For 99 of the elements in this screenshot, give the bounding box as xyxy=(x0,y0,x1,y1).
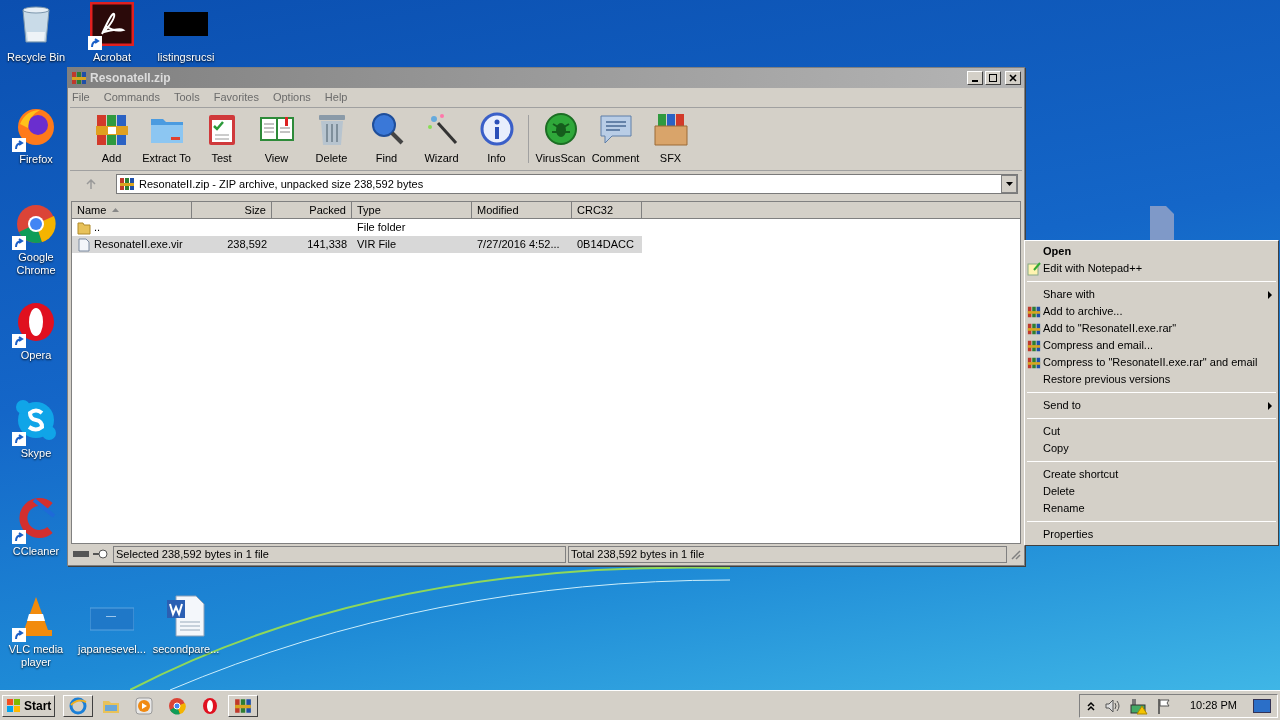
toolbar-button[interactable]: Delete xyxy=(304,111,359,167)
clock[interactable]: 10:28 PM xyxy=(1189,697,1237,714)
table-cell-text: 0B14DACC xyxy=(577,237,634,253)
up-arrow-icon xyxy=(85,178,97,190)
menu-item[interactable]: Add to archive... xyxy=(1025,303,1278,320)
opera-icon xyxy=(201,696,220,715)
network-warning-icon[interactable] xyxy=(1129,696,1148,715)
desktop-icon-label[interactable]: Opera xyxy=(20,349,52,362)
menu-item[interactable]: Favorites xyxy=(213,89,259,106)
menu-item[interactable]: Rename xyxy=(1025,500,1278,517)
winrar-icon xyxy=(1027,304,1041,319)
toolbar-button[interactable]: Wizard xyxy=(414,111,469,167)
menu-item[interactable]: Restore previous versions xyxy=(1025,371,1278,388)
column-header[interactable]: Type xyxy=(352,202,472,219)
show-desktop-icon[interactable] xyxy=(1253,698,1271,713)
table-cell-text: 7/27/2016 4:52... xyxy=(477,237,560,253)
resize-grip-icon[interactable] xyxy=(1009,548,1021,560)
desktop-icon-label[interactable]: Acrobat xyxy=(93,51,131,64)
info-icon xyxy=(478,111,515,148)
menu-item[interactable]: Delete xyxy=(1025,483,1278,500)
winrar-icon xyxy=(1027,355,1041,370)
file-icon xyxy=(77,237,91,252)
box-icon xyxy=(652,111,689,148)
chrome-icon xyxy=(168,696,187,715)
toolbar-button[interactable]: SFX xyxy=(643,111,698,167)
status-text: Selected 238,592 bytes in 1 file xyxy=(116,546,269,562)
desktop-icon-label[interactable]: japanesevel... xyxy=(78,643,146,656)
table-cell-text: ResonateII.exe.vir xyxy=(94,237,183,253)
menu-item[interactable]: Compress to "ResonateII.exe.rar" and email xyxy=(1025,354,1278,371)
globe-icon xyxy=(69,696,88,715)
taskbar-button[interactable] xyxy=(228,694,259,717)
menu-item[interactable]: Compress and email... xyxy=(1025,337,1278,354)
menu-item[interactable]: Options xyxy=(272,89,311,106)
folder-icon xyxy=(77,220,91,235)
table-cell-text: File folder xyxy=(357,220,406,236)
menu-item[interactable]: Create shortcut xyxy=(1025,466,1278,483)
toolbar-button[interactable]: Comment xyxy=(588,111,643,167)
toolbar-button[interactable]: Add xyxy=(84,111,139,167)
toolbar-button[interactable]: Find xyxy=(359,111,414,167)
drive-icon xyxy=(71,548,111,560)
chevron-icon[interactable] xyxy=(1085,699,1096,712)
desktop-icon-label[interactable]: secondpare... xyxy=(152,643,220,656)
menu-item[interactable]: Properties xyxy=(1025,526,1278,543)
menu-item[interactable]: Copy xyxy=(1025,440,1278,457)
window-title: ResonateII.zip xyxy=(90,70,171,87)
toolbar-button[interactable]: View xyxy=(249,111,304,167)
desktop-icon-label[interactable]: VLC media player xyxy=(3,643,69,669)
winrar-icon xyxy=(71,70,87,86)
table-cell-text: 141,338 xyxy=(307,237,347,253)
menu-item[interactable]: Commands xyxy=(103,89,160,106)
winrar-icon xyxy=(234,696,253,715)
close-button[interactable] xyxy=(1005,71,1021,85)
toolbar-button[interactable]: Extract To xyxy=(139,111,194,167)
column-header[interactable]: Size xyxy=(192,202,272,219)
table-cell-text: 238,592 xyxy=(227,237,267,253)
toolbar-button[interactable]: Test xyxy=(194,111,249,167)
winrar-icon xyxy=(1027,321,1041,336)
file-row[interactable]: ResonateII.exe.vir 238,592 141,338 VIR File 7/27/2016 4:52... 0B14DACC xyxy=(72,236,642,253)
caret-icon xyxy=(1005,182,1013,186)
address-field[interactable]: ResonateII.zip - ZIP archive, unpacked size 238,592 bytes xyxy=(116,174,1018,194)
maximize-icon xyxy=(989,74,997,82)
windows-logo-icon xyxy=(6,697,22,714)
desktop-icon-label[interactable]: listingsrucsi xyxy=(157,51,215,64)
status-text: Total 238,592 bytes in 1 file xyxy=(571,546,705,562)
maximize-button[interactable] xyxy=(985,71,1001,85)
toolbar-button[interactable]: Info xyxy=(469,111,524,167)
bug-icon xyxy=(542,111,579,148)
desktop-icon-label[interactable]: Firefox xyxy=(19,153,53,166)
minimize-button[interactable] xyxy=(967,71,983,85)
start-button[interactable]: Start xyxy=(2,694,56,717)
taskbar-button[interactable] xyxy=(63,694,94,717)
desktop-icon-label[interactable]: Google Chrome xyxy=(3,251,69,277)
column-header[interactable]: CRC32 xyxy=(572,202,642,219)
notepad-icon xyxy=(1027,261,1041,276)
desktop-icon-label[interactable]: Skype xyxy=(20,447,52,460)
table-cell-text: .. xyxy=(94,220,101,236)
dropdown-button[interactable] xyxy=(1001,175,1017,193)
menu-item[interactable]: Cut xyxy=(1025,423,1278,440)
table-cell-text: VIR File xyxy=(357,237,397,253)
column-header[interactable]: Name xyxy=(72,202,192,219)
desktop-icon-label[interactable]: Recycle Bin xyxy=(6,51,66,64)
column-header[interactable]: Packed xyxy=(272,202,352,219)
speaker-icon[interactable] xyxy=(1103,697,1122,714)
menu-item[interactable]: Share with xyxy=(1025,286,1278,303)
menu-item[interactable]: Help xyxy=(324,89,348,106)
menu-item[interactable]: Open xyxy=(1025,243,1278,260)
winrar-icon xyxy=(119,176,135,192)
menu-item[interactable]: Tools xyxy=(174,89,200,106)
menu-item[interactable]: Edit with Notepad++ xyxy=(1025,260,1278,277)
close-icon xyxy=(1009,74,1017,82)
desktop-icon-label[interactable]: CCleaner xyxy=(12,545,60,558)
winrar-icon xyxy=(1027,338,1041,353)
play-icon xyxy=(135,696,154,715)
toolbar-button[interactable]: VirusScan xyxy=(533,111,588,167)
menu-item[interactable]: Send to xyxy=(1025,397,1278,414)
menu-item[interactable]: File xyxy=(72,89,90,106)
menu-item[interactable]: Add to "ResonateII.exe.rar" xyxy=(1025,320,1278,337)
file-row[interactable]: .. File folder xyxy=(72,219,642,236)
column-header[interactable]: Modified xyxy=(472,202,572,219)
